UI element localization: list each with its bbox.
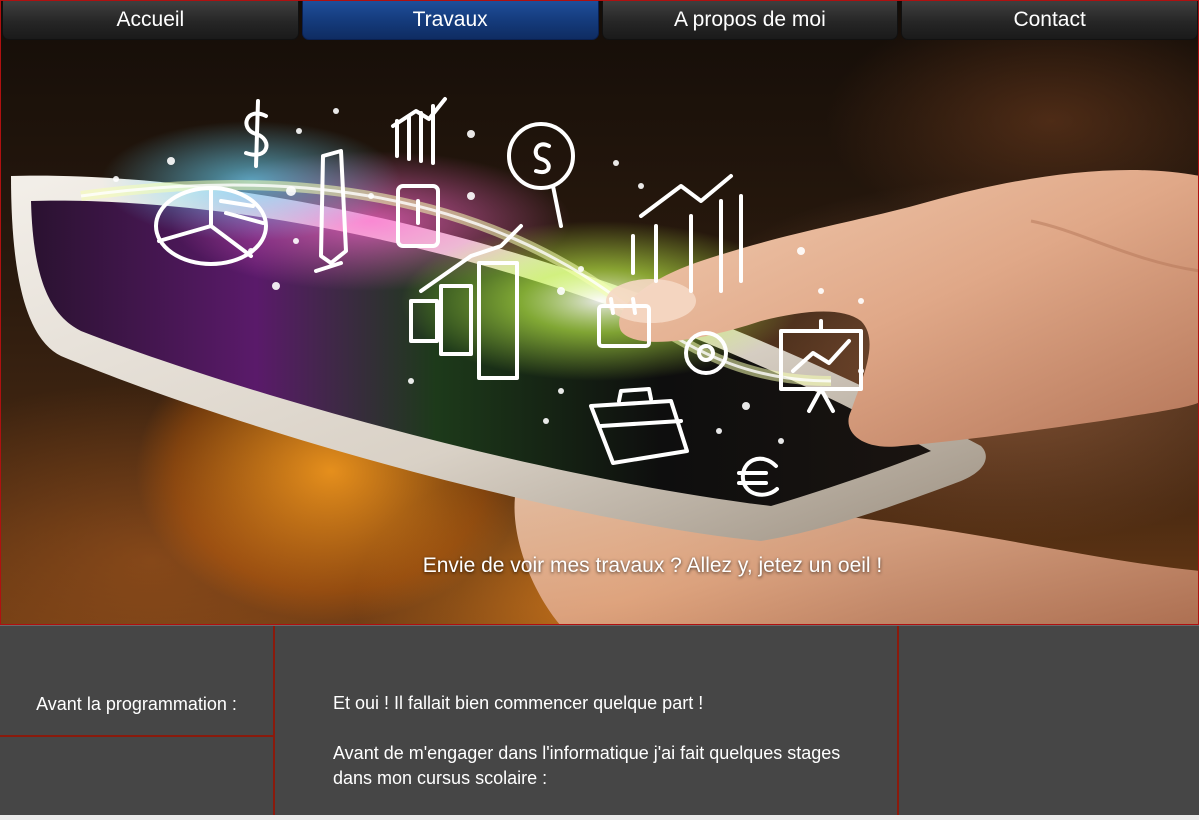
- nav-item-travaux[interactable]: Travaux: [301, 1, 599, 40]
- left-column: Avant la programmation :: [0, 626, 275, 816]
- hero-caption: Envie de voir mes travaux ? Allez y, jet…: [1, 554, 1198, 578]
- text-column: Et oui ! Il fallait bien commencer quelq…: [275, 626, 899, 816]
- hero-caption-text: Envie de voir mes travaux ? Allez y, jet…: [422, 554, 883, 577]
- content-section: Avant la programmation : Et oui ! Il fal…: [0, 625, 1199, 816]
- hero-image: [11, 97, 1198, 624]
- intro-paragraph: Et oui ! Il fallait bien commencer quelq…: [333, 693, 704, 713]
- internship-paragraph: Avant de m'engager dans l'informatique j…: [333, 743, 841, 788]
- section-label: Avant la programmation :: [0, 626, 273, 737]
- hero-banner: Envie de voir mes travaux ? Allez y, jet…: [0, 0, 1199, 625]
- nav-item-a-propos[interactable]: A propos de moi: [601, 1, 899, 40]
- page-bottom-edge: [0, 815, 1199, 820]
- main-navigation: Accueil Travaux A propos de moi Contact: [0, 0, 1199, 40]
- nav-item-accueil[interactable]: Accueil: [2, 1, 299, 40]
- nav-item-contact[interactable]: Contact: [901, 1, 1198, 40]
- right-column: [899, 626, 1199, 816]
- section-label-text: Avant la programmation :: [36, 693, 237, 714]
